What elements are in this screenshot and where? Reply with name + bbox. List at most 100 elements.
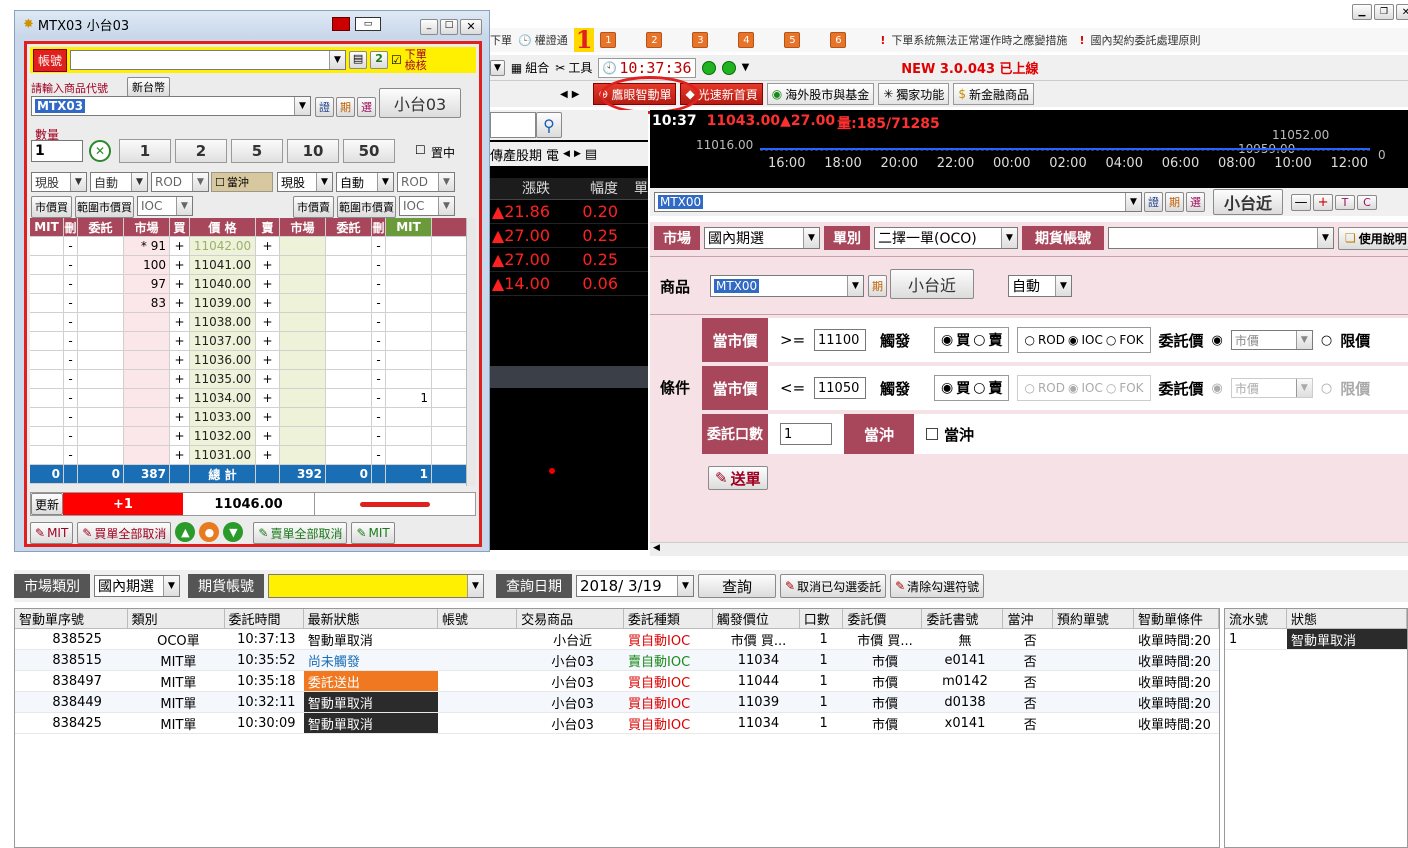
right-ioc-select[interactable]: IOC ▼ (399, 196, 455, 216)
close-icon[interactable]: ✕ (1396, 4, 1408, 20)
order-menu[interactable]: 下單 (490, 32, 512, 48)
account-select[interactable]: ▼ (70, 50, 347, 70)
win-maximize-icon[interactable]: □ (440, 19, 458, 35)
cond1-sell-radio[interactable]: ○ (973, 332, 985, 348)
chevron-down-icon[interactable]: ▼ (742, 62, 750, 73)
cond2-buy-radio[interactable]: ◉ (941, 380, 953, 396)
rules-link[interactable]: 國內契約委託處理原則 (1090, 32, 1200, 48)
orders-col-header[interactable]: 口數 (800, 609, 844, 628)
version-notice[interactable]: NEW 3.0.043 已上線 (901, 58, 1038, 77)
cancel-all-buy-button[interactable]: ✎ 買單全部取消 (77, 522, 172, 544)
sell-plus[interactable]: + (256, 256, 280, 274)
cond1-market-radio[interactable]: ◉ (1212, 333, 1223, 348)
contingency-link[interactable]: 下單系統無法正常運作時之應變措施 (891, 32, 1067, 48)
cond1-limit-radio[interactable]: ○ (1321, 333, 1332, 348)
exclusive-button[interactable]: ✳ 獨家功能 (878, 83, 950, 105)
buy-plus[interactable]: + (170, 446, 190, 464)
orders-col-header[interactable]: 委託時間 (225, 609, 304, 628)
orders-col-header[interactable]: 類別 (128, 609, 225, 628)
tab-traditional-futures[interactable]: 傳產股期 (490, 145, 542, 164)
right-auto-select[interactable]: 自動 ▼ (336, 172, 394, 192)
pin-icon[interactable]: ▭ (355, 17, 381, 31)
win-close-icon[interactable]: ✕ (460, 19, 482, 35)
ladder-row[interactable]: - * 91 +11042.00 + - (30, 237, 466, 256)
buy-plus[interactable]: + (170, 256, 190, 274)
send-order-button[interactable]: ✎ 送單 (708, 466, 768, 490)
quote-row[interactable]: ▲14.00 0.06 (490, 272, 648, 296)
plus-button[interactable]: + (1313, 193, 1334, 211)
sell-plus[interactable]: + (256, 294, 280, 312)
orders-row[interactable]: 838425 MIT單 10:30:09 智動單取消 小台03 買自動IOC 11034 1 市… (15, 713, 1219, 734)
orders-row[interactable]: 838515 MIT單 10:35:52 尚未觸發 小台03 賣自動IOC 11034 1 市價… (15, 650, 1219, 671)
clear-checks-button[interactable]: ✎ 清除勾選符號 (890, 574, 985, 598)
qty-input[interactable]: 1 (31, 140, 83, 162)
buy-plus[interactable]: + (170, 237, 190, 255)
buy-plus[interactable]: + (170, 351, 190, 369)
overseas-button[interactable]: ◉ 海外股市與基金 (766, 83, 875, 105)
cancel-all-sell-button[interactable]: ✎ 賣單全部取消 (253, 522, 348, 544)
ladder-row[interactable]: - +11038.00 + - (30, 313, 466, 332)
market-select[interactable]: 國內期選 ▼ (704, 227, 820, 249)
cond1-buy-radio[interactable]: ◉ (941, 332, 953, 348)
futures-account-select[interactable]: ▼ (1108, 227, 1334, 249)
cancel-checked-button[interactable]: ✎ 取消已勾選委託 (780, 574, 887, 598)
right-tif-select[interactable]: ROD ▼ (397, 172, 455, 192)
quote-row[interactable]: ▲27.00 0.25 (490, 248, 648, 272)
cond1-fok-radio[interactable]: ○ (1106, 333, 1116, 347)
right-period-button[interactable]: 期 (1165, 192, 1184, 212)
daytrade-toggle[interactable]: ☐ 當沖 (211, 172, 273, 192)
range-market-sell-button[interactable]: 範圍市價賣 (337, 196, 396, 218)
sell-plus[interactable]: + (256, 237, 280, 255)
warrant-link[interactable]: 🕒 權證通 (518, 32, 568, 48)
query-button[interactable]: 查詢 (698, 574, 776, 598)
sell-plus[interactable]: + (256, 275, 280, 293)
cert-button[interactable]: 證 (315, 97, 334, 117)
ladder-row[interactable]: - +11032.00 + - (30, 427, 466, 446)
quick-icon-3[interactable]: 3 (692, 32, 709, 48)
right-h-scrollbar[interactable]: ◀ (650, 542, 1408, 556)
order-type-select[interactable]: 二擇一單(OCO) ▼ (874, 227, 1018, 249)
sell-mit-button[interactable]: ✎ MIT (351, 522, 395, 544)
clipboard-icon[interactable]: ▤ (349, 51, 368, 69)
product-select[interactable]: MTX03 ▼ (31, 96, 311, 116)
quick-icon-6[interactable]: 6 (830, 32, 847, 48)
ladder-row[interactable]: - +11033.00 + - (30, 408, 466, 427)
buy-plus[interactable]: + (170, 294, 190, 312)
left-kind-select[interactable]: 現股 ▼ (31, 172, 87, 192)
market-buy-button[interactable]: 市價買 (31, 196, 72, 218)
buy-plus[interactable]: + (170, 389, 190, 407)
orders-row[interactable]: 838497 MIT單 10:35:18 委託送出 小台03 買自動IOC 11044 1 市價… (15, 671, 1219, 692)
product-period-button[interactable]: 期 (868, 275, 887, 297)
sell-plus[interactable]: + (256, 427, 280, 445)
buy-plus[interactable]: + (170, 427, 190, 445)
c-button[interactable]: C (1357, 194, 1378, 210)
buy-plus[interactable]: + (170, 275, 190, 293)
query-market-select[interactable]: 國內期選 ▼ (94, 575, 180, 597)
orders-col-header[interactable]: 智動單序號 (15, 609, 128, 628)
quick-icon-1[interactable]: 1 (600, 32, 617, 48)
qty-preset-button[interactable]: 50 (343, 139, 395, 163)
dropdown-arrow-icon[interactable]: ▼ (490, 59, 505, 76)
left-tif-select[interactable]: ROD ▼ (151, 172, 209, 192)
ladder-row[interactable]: - +11037.00 + - (30, 332, 466, 351)
sell-plus[interactable]: + (256, 313, 280, 331)
combo-button[interactable]: ▦ 組合 (511, 59, 549, 76)
sell-plus[interactable]: + (256, 389, 280, 407)
tab-electronics[interactable]: 電 (546, 145, 559, 164)
ladder-row[interactable]: - +11035.00 + - (30, 370, 466, 389)
right-kind-select[interactable]: 現股 ▼ (277, 172, 333, 192)
period-button[interactable]: 期 (336, 97, 355, 117)
orders-row[interactable]: 838525 OCO單 10:37:13 智動單取消 小台近 買自動IOC 市價 買... 1… (15, 629, 1219, 650)
range-market-buy-button[interactable]: 範圍市價買 (75, 196, 134, 218)
qty-preset-button[interactable]: 5 (231, 139, 283, 163)
update-button[interactable]: 更新 (31, 493, 63, 515)
orders-col-header[interactable]: 委託種類 (624, 609, 713, 628)
right-product-select[interactable]: MTX00 ▼ (654, 192, 1142, 212)
two-icon[interactable]: 2 (370, 51, 389, 69)
ladder-row[interactable]: - +11036.00 + - (30, 351, 466, 370)
manual-button[interactable]: ❏ 使用說明 (1338, 226, 1408, 250)
orders-col-header[interactable]: 預約單號 (1053, 609, 1134, 628)
cond1-ioc-radio[interactable]: ◉ (1068, 333, 1078, 347)
product-code-select[interactable]: MTX00 ▼ (710, 275, 864, 297)
tools-button[interactable]: ✂ 工具 (555, 59, 592, 76)
